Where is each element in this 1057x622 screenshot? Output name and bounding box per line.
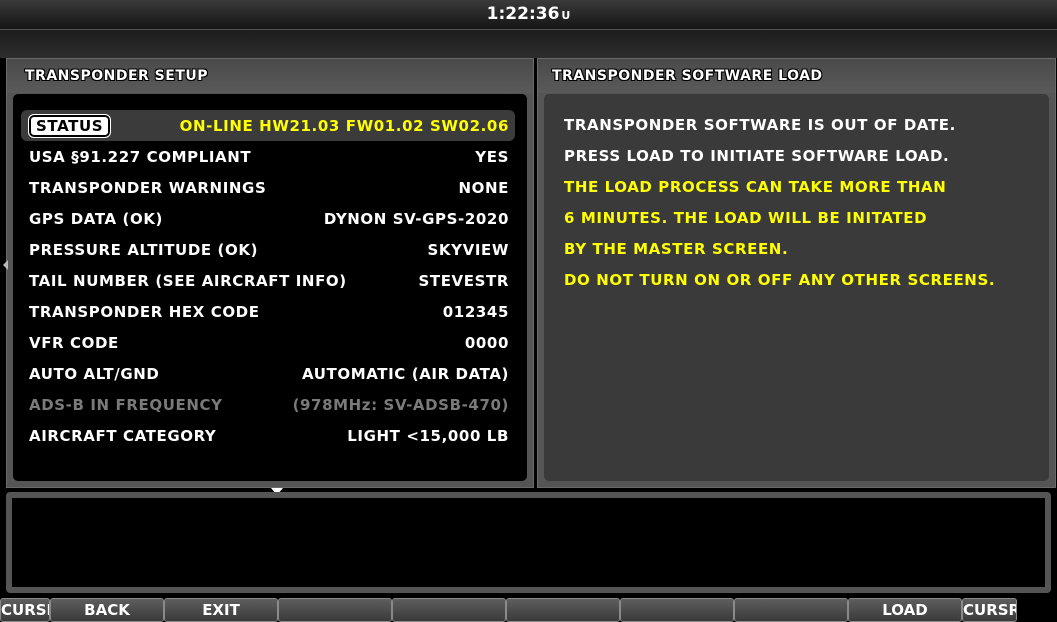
row-value: STEVESTR — [418, 271, 509, 290]
setup-row-tail-number[interactable]: TAIL NUMBER (SEE AIRCRAFT INFO) STEVESTR — [29, 265, 509, 296]
softkey-cursor-right[interactable]: CURSR — [962, 598, 1017, 622]
load-warning-line: 6 MINUTES. THE LOAD WILL BE INITATED — [564, 209, 928, 227]
clock-utc-suffix: U — [561, 9, 571, 22]
softkey-blank-5[interactable] — [392, 598, 506, 622]
softkey-blank-7[interactable] — [620, 598, 734, 622]
secondary-bar — [0, 30, 1057, 58]
load-message-line: TRANSPONDER SOFTWARE IS OUT OF DATE. — [564, 116, 956, 134]
setup-row-auto-alt-gnd[interactable]: AUTO ALT/GND AUTOMATIC (AIR DATA) — [29, 358, 509, 389]
status-value: ON-LINE HW21.03 FW01.02 SW02.06 — [179, 116, 509, 135]
row-value: 012345 — [442, 302, 509, 321]
row-label: USA §91.227 COMPLIANT — [29, 147, 252, 166]
row-label: TRANSPONDER WARNINGS — [29, 178, 267, 197]
setup-row-warnings[interactable]: TRANSPONDER WARNINGS NONE — [29, 172, 509, 203]
row-label: AIRCRAFT CATEGORY — [29, 426, 217, 445]
clock-time: 1:22:36 — [486, 4, 560, 24]
softkey-blank-4[interactable] — [278, 598, 392, 622]
row-value: DYNON SV-GPS-2020 — [323, 209, 509, 228]
setup-row-adsb-frequency: ADS-B IN FREQUENCY (978MHz: SV-ADSB-470) — [29, 389, 509, 420]
softkey-blank-8[interactable] — [734, 598, 848, 622]
setup-row-pressure-altitude[interactable]: PRESSURE ALTITUDE (OK) SKYVIEW — [29, 234, 509, 265]
message-area — [6, 492, 1051, 593]
row-label: TAIL NUMBER (SEE AIRCRAFT INFO) — [29, 271, 347, 290]
row-value: LIGHT <15,000 LB — [347, 426, 509, 445]
setup-row-compliance[interactable]: USA §91.227 COMPLIANT YES — [29, 141, 509, 172]
status-row[interactable]: STATUS ON-LINE HW21.03 FW01.02 SW02.06 — [21, 110, 515, 141]
softkey-cursor-left[interactable]: CURSR — [0, 598, 50, 622]
panel-edge-marker-icon — [3, 260, 8, 270]
load-warning-line: BY THE MASTER SCREEN. — [564, 240, 789, 258]
row-value: SKYVIEW — [427, 240, 509, 259]
row-label: TRANSPONDER HEX CODE — [29, 302, 260, 321]
setup-row-hex-code[interactable]: TRANSPONDER HEX CODE 012345 — [29, 296, 509, 327]
row-label: ADS-B IN FREQUENCY — [29, 395, 223, 414]
panel-title: TRANSPONDER SETUP — [7, 59, 533, 93]
transponder-setup-panel: TRANSPONDER SETUP STATUS ON-LINE HW21.03… — [3, 58, 534, 495]
status-badge: STATUS — [27, 113, 112, 138]
setup-row-gps-data[interactable]: GPS DATA (OK) DYNON SV-GPS-2020 — [29, 203, 509, 234]
row-label: PRESSURE ALTITUDE (OK) — [29, 240, 259, 259]
row-label: GPS DATA (OK) — [29, 209, 164, 228]
software-load-message-container: TRANSPONDER SOFTWARE IS OUT OF DATE. PRE… — [544, 94, 1049, 481]
load-warning-line: THE LOAD PROCESS CAN TAKE MORE THAN — [564, 178, 947, 196]
setup-row-aircraft-category[interactable]: AIRCRAFT CATEGORY LIGHT <15,000 LB — [29, 420, 509, 451]
row-label: AUTO ALT/GND — [29, 364, 160, 383]
softkey-back[interactable]: BACK — [50, 598, 164, 622]
row-label: VFR CODE — [29, 333, 119, 352]
top-status-bar: 1:22:36 U — [0, 0, 1057, 30]
row-value: (978MHz: SV-ADSB-470) — [292, 395, 509, 414]
software-load-panel: TRANSPONDER SOFTWARE LOAD TRANSPONDER SO… — [537, 58, 1056, 488]
softkey-bar: CURSR BACK EXIT LOAD CURSR — [0, 598, 1057, 622]
load-message-line: PRESS LOAD TO INITIATE SOFTWARE LOAD. — [564, 147, 950, 165]
setup-list-container: STATUS ON-LINE HW21.03 FW01.02 SW02.06 U… — [13, 94, 527, 495]
load-warning-line: DO NOT TURN ON OR OFF ANY OTHER SCREENS. — [564, 271, 996, 289]
row-value: NONE — [458, 178, 509, 197]
row-value: 0000 — [464, 333, 509, 352]
row-value: AUTOMATIC (AIR DATA) — [302, 364, 509, 383]
softkey-load[interactable]: LOAD — [848, 598, 962, 622]
panel-title: TRANSPONDER SOFTWARE LOAD — [538, 59, 1055, 93]
softkey-exit[interactable]: EXIT — [164, 598, 278, 622]
softkey-blank-6[interactable] — [506, 598, 620, 622]
setup-row-vfr-code[interactable]: VFR CODE 0000 — [29, 327, 509, 358]
row-value: YES — [475, 147, 509, 166]
